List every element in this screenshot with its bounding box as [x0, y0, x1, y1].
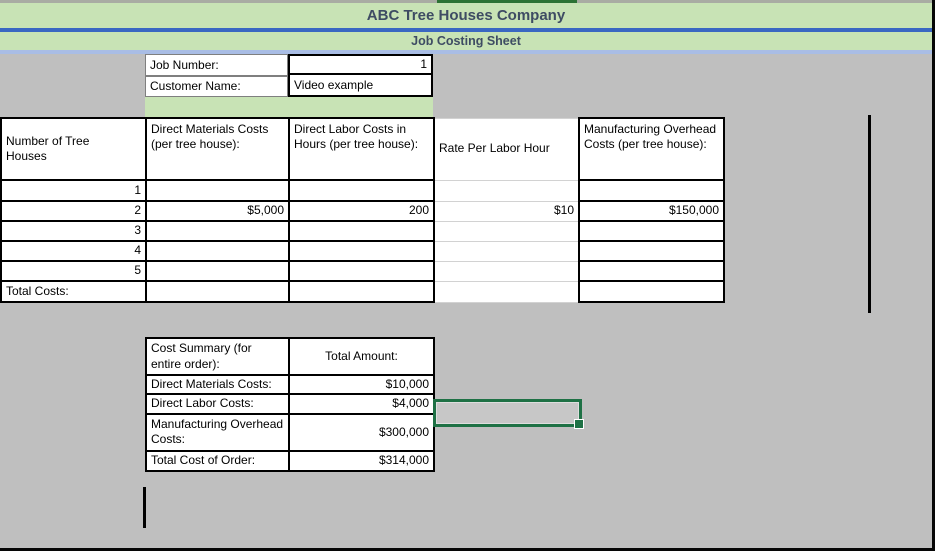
customer-name-label-cell[interactable]: Customer Name: [145, 75, 288, 97]
header-direct-materials-costs[interactable]: Direct Materials Costs (per tree house): [145, 117, 290, 181]
summary-amount-header-cell[interactable]: Total Amount: [288, 337, 435, 376]
cell-r2-rate[interactable]: $10 [433, 200, 580, 222]
cell-r2-labor-hours[interactable]: 200 [288, 200, 435, 222]
cell-r3-overhead[interactable] [578, 220, 725, 242]
customer-name-label: Customer Name: [150, 79, 241, 94]
summary-labor-label[interactable]: Direct Labor Costs: [145, 393, 290, 415]
bottom-left-rule [143, 487, 146, 528]
cell-r1-tree-houses[interactable]: 1 [0, 179, 147, 202]
cell-r2-materials[interactable]: $5,000 [145, 200, 290, 222]
cell-r2-overhead[interactable]: $150,000 [578, 200, 725, 222]
header-direct-labor-hours[interactable]: Direct Labor Costs in Hours (per tree ho… [288, 117, 435, 181]
cell-total-overhead[interactable] [578, 280, 725, 303]
fill-handle[interactable] [574, 419, 584, 429]
summary-overhead-label[interactable]: Manufacturing Overhead Costs: [145, 412, 290, 452]
cell-r5-tree-houses[interactable]: 5 [0, 260, 147, 282]
cell-r1-materials[interactable] [145, 179, 290, 202]
cell-total-costs-label[interactable]: Total Costs: [0, 280, 147, 303]
cell-r4-rate[interactable] [433, 240, 580, 262]
summary-overhead-value[interactable]: $300,000 [288, 412, 435, 452]
summary-materials-value[interactable]: $10,000 [288, 373, 435, 396]
summary-materials-label[interactable]: Direct Materials Costs: [145, 373, 290, 396]
cell-total-materials[interactable] [145, 280, 290, 303]
cell-r3-materials[interactable] [145, 220, 290, 242]
cell-r1-rate[interactable] [433, 179, 580, 202]
spreadsheet-canvas: ABC Tree Houses Company Job Costing Shee… [0, 0, 935, 551]
header-rate-per-labor-hour[interactable]: Rate Per Labor Hour [433, 117, 580, 181]
green-spacer-row [145, 97, 433, 117]
cell-r4-labor-hours[interactable] [288, 240, 435, 262]
cell-total-labor-hours[interactable] [288, 280, 435, 303]
job-number-label-cell[interactable]: Job Number: [145, 53, 288, 76]
cell-r5-overhead[interactable] [578, 260, 725, 282]
cell-r3-tree-houses[interactable]: 3 [0, 220, 147, 242]
right-edge-bar [931, 0, 935, 551]
cell-r1-labor-hours[interactable] [288, 179, 435, 202]
cell-r4-materials[interactable] [145, 240, 290, 262]
company-title-cell[interactable]: ABC Tree Houses Company [0, 3, 932, 28]
sheet-title-cell[interactable]: Job Costing Sheet [0, 31, 932, 50]
summary-title-cell[interactable]: Cost Summary (for entire order): [145, 337, 290, 376]
job-number-value-cell[interactable]: 1 [290, 56, 431, 76]
job-info-value-box: 1 Video example [288, 53, 433, 97]
summary-total-value[interactable]: $314,000 [288, 449, 435, 472]
light-blue-divider [0, 50, 932, 54]
summary-total-label[interactable]: Total Cost of Order: [145, 449, 290, 472]
job-costing-table: Number of Tree Houses Direct Materials C… [0, 117, 725, 303]
summary-labor-value[interactable]: $4,000 [288, 393, 435, 415]
bottom-edge-bar [0, 547, 935, 551]
header-number-of-tree-houses[interactable]: Number of Tree Houses [0, 117, 147, 181]
cell-r5-labor-hours[interactable] [288, 260, 435, 282]
sheet-title: Job Costing Sheet [411, 33, 521, 48]
cost-summary-table: Cost Summary (for entire order): Total A… [145, 337, 435, 472]
cell-r4-tree-houses[interactable]: 4 [0, 240, 147, 262]
company-title: ABC Tree Houses Company [366, 7, 566, 24]
job-number-label: Job Number: [150, 57, 219, 72]
cell-r5-rate[interactable] [433, 260, 580, 282]
cell-r2-tree-houses[interactable]: 2 [0, 200, 147, 222]
cell-r5-materials[interactable] [145, 260, 290, 282]
cell-total-rate[interactable] [433, 280, 580, 303]
job-number-value: 1 [420, 57, 427, 72]
table-right-rule [868, 115, 871, 313]
selected-cell[interactable] [433, 399, 584, 429]
header-manufacturing-overhead[interactable]: Manufacturing Overhead Costs (per tree h… [578, 117, 725, 181]
cell-r3-labor-hours[interactable] [288, 220, 435, 242]
cell-r4-overhead[interactable] [578, 240, 725, 262]
cell-r3-rate[interactable] [433, 220, 580, 242]
cell-r1-overhead[interactable] [578, 179, 725, 202]
customer-name-value: Video example [294, 78, 374, 93]
customer-name-value-cell[interactable]: Video example [290, 75, 431, 95]
